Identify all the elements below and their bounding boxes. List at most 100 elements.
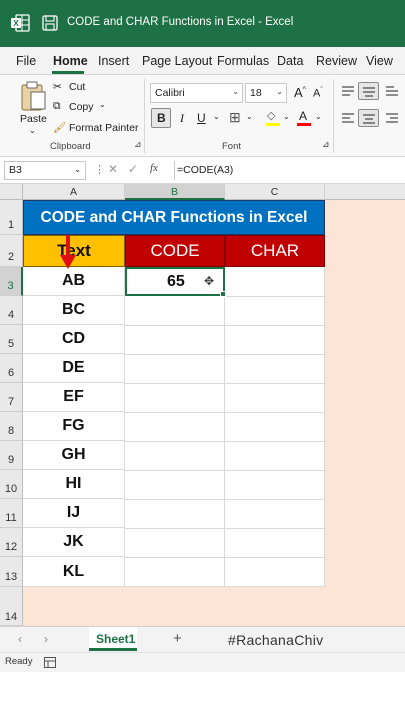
- increase-font-size-icon[interactable]: A^: [294, 85, 306, 100]
- paste-button[interactable]: Paste: [18, 80, 48, 130]
- cell-a10[interactable]: HI: [23, 470, 125, 499]
- tab-review[interactable]: Review: [316, 54, 357, 68]
- copy-button[interactable]: Copy: [69, 101, 94, 113]
- paste-label: Paste: [20, 113, 47, 125]
- cell-a11[interactable]: IJ: [23, 499, 125, 528]
- fill-handle[interactable]: [220, 291, 226, 297]
- align-top-icon[interactable]: [341, 85, 355, 97]
- align-center-button[interactable]: [358, 109, 379, 127]
- sheet-tab-sheet1[interactable]: Sheet1: [89, 627, 137, 651]
- paste-chevron-icon[interactable]: ⌄: [29, 126, 36, 135]
- tab-file[interactable]: File: [16, 54, 36, 68]
- column-header-c[interactable]: C: [225, 184, 325, 200]
- copy-chevron-icon[interactable]: ⌄: [99, 100, 106, 109]
- chevron-left-icon[interactable]: ‹: [18, 632, 22, 646]
- more-options-icon[interactable]: ⋮: [94, 163, 105, 176]
- cell-a8[interactable]: FG: [23, 412, 125, 441]
- cell-a3[interactable]: AB: [23, 267, 125, 296]
- cell-a9[interactable]: GH: [23, 441, 125, 470]
- font-name-select[interactable]: Calibri ⌄: [150, 83, 243, 103]
- row-header[interactable]: 14: [0, 587, 23, 626]
- formula-input[interactable]: =CODE(A3): [174, 161, 405, 180]
- italic-button[interactable]: I: [180, 111, 184, 126]
- row-header[interactable]: 13: [0, 557, 23, 587]
- font-size-value: 18: [250, 87, 262, 99]
- borders-chevron-icon[interactable]: ⌄: [246, 112, 253, 121]
- row-header[interactable]: 12: [0, 528, 23, 557]
- clipboard-group-label: Clipboard: [50, 141, 91, 152]
- row-header[interactable]: 8: [0, 412, 23, 441]
- align-bottom-icon[interactable]: [385, 85, 399, 97]
- header-cell-code[interactable]: CODE: [125, 235, 225, 267]
- cell-a12[interactable]: JK: [23, 528, 125, 557]
- borders-icon[interactable]: ⊞: [229, 109, 241, 126]
- fill-color-icon[interactable]: ◇: [266, 109, 280, 127]
- fill-chevron-icon[interactable]: ⌄: [283, 112, 290, 121]
- cell-a7[interactable]: EF: [23, 383, 125, 412]
- tab-view[interactable]: View: [366, 54, 393, 68]
- font-color-chevron-icon[interactable]: ⌄: [315, 112, 322, 121]
- align-center-icon: [363, 114, 375, 124]
- font-color-icon[interactable]: A: [297, 109, 311, 127]
- group-separator: [144, 79, 145, 153]
- row-header[interactable]: 6: [0, 354, 23, 383]
- cell-a4[interactable]: BC: [23, 296, 125, 325]
- cell-a6[interactable]: DE: [23, 354, 125, 383]
- add-sheet-button[interactable]: +: [173, 630, 182, 647]
- cut-button[interactable]: Cut: [69, 81, 85, 93]
- cell-a13[interactable]: KL: [23, 557, 125, 587]
- font-group-label: Font: [222, 141, 242, 152]
- column-header-d[interactable]: [325, 184, 405, 200]
- status-ready: Ready: [5, 656, 33, 667]
- tab-formulas[interactable]: Formulas: [217, 54, 269, 68]
- column-c-cells[interactable]: [225, 267, 325, 587]
- row-header[interactable]: 4: [0, 296, 23, 325]
- chevron-down-icon: ⌄: [74, 165, 81, 174]
- row-header[interactable]: 10: [0, 470, 23, 499]
- tab-data[interactable]: Data: [277, 54, 303, 68]
- align-right-icon[interactable]: [385, 112, 399, 124]
- select-all-corner[interactable]: [0, 184, 23, 200]
- enter-icon[interactable]: ✓: [128, 162, 138, 176]
- banner-cell[interactable]: CODE and CHAR Functions in Excel: [23, 200, 325, 235]
- sheet-background: [325, 200, 405, 626]
- tab-page-layout[interactable]: Page Layout: [142, 54, 212, 68]
- column-header-a[interactable]: A: [23, 184, 125, 200]
- font-launcher-icon[interactable]: ⊿: [322, 139, 330, 150]
- align-middle-button[interactable]: [358, 82, 379, 100]
- row-header[interactable]: 9: [0, 441, 23, 470]
- cancel-icon[interactable]: ✕: [108, 162, 118, 176]
- insert-function-icon[interactable]: fx: [150, 162, 158, 174]
- row-header[interactable]: 5: [0, 325, 23, 354]
- cut-icon: ✂: [53, 81, 62, 93]
- chevron-right-icon[interactable]: ›: [44, 632, 48, 646]
- bold-label: B: [157, 111, 166, 125]
- underline-chevron-icon[interactable]: ⌄: [213, 112, 220, 121]
- row-header[interactable]: 7: [0, 383, 23, 412]
- save-icon[interactable]: [40, 14, 60, 32]
- underline-button[interactable]: U: [197, 111, 206, 125]
- tab-home[interactable]: Home: [53, 54, 88, 68]
- decrease-font-size-icon[interactable]: Aˇ: [313, 87, 323, 100]
- formula-bar: B3 ⌄ ⋮ ✕ ✓ fx =CODE(A3): [0, 157, 405, 184]
- cell-a5[interactable]: CD: [23, 325, 125, 354]
- column-header-b[interactable]: B: [125, 184, 225, 200]
- clipboard-launcher-icon[interactable]: ⊿: [134, 139, 142, 150]
- bold-button[interactable]: B: [151, 108, 171, 128]
- sheet-background: [23, 587, 325, 626]
- window-title: CODE and CHAR Functions in Excel - Excel: [67, 16, 294, 28]
- name-box[interactable]: B3 ⌄: [4, 161, 86, 180]
- tab-insert[interactable]: Insert: [98, 54, 129, 68]
- row-header[interactable]: 2: [0, 235, 23, 267]
- font-size-select[interactable]: 18 ⌄: [245, 83, 287, 103]
- row-header[interactable]: 3: [0, 267, 23, 296]
- accessibility-icon[interactable]: [44, 657, 56, 668]
- format-painter-button[interactable]: Format Painter: [69, 122, 138, 134]
- active-tab-indicator: [52, 71, 84, 74]
- align-left-icon[interactable]: [341, 112, 355, 124]
- title-bar: X CODE and CHAR Functions in Excel - Exc…: [0, 0, 405, 47]
- row-header[interactable]: 11: [0, 499, 23, 528]
- row-header[interactable]: 1: [0, 200, 23, 235]
- ribbon: Paste ⌄ ✂ Cut ⧉ Copy ⌄ 🖌 Format Painter …: [0, 75, 405, 157]
- header-cell-char[interactable]: CHAR: [225, 235, 325, 267]
